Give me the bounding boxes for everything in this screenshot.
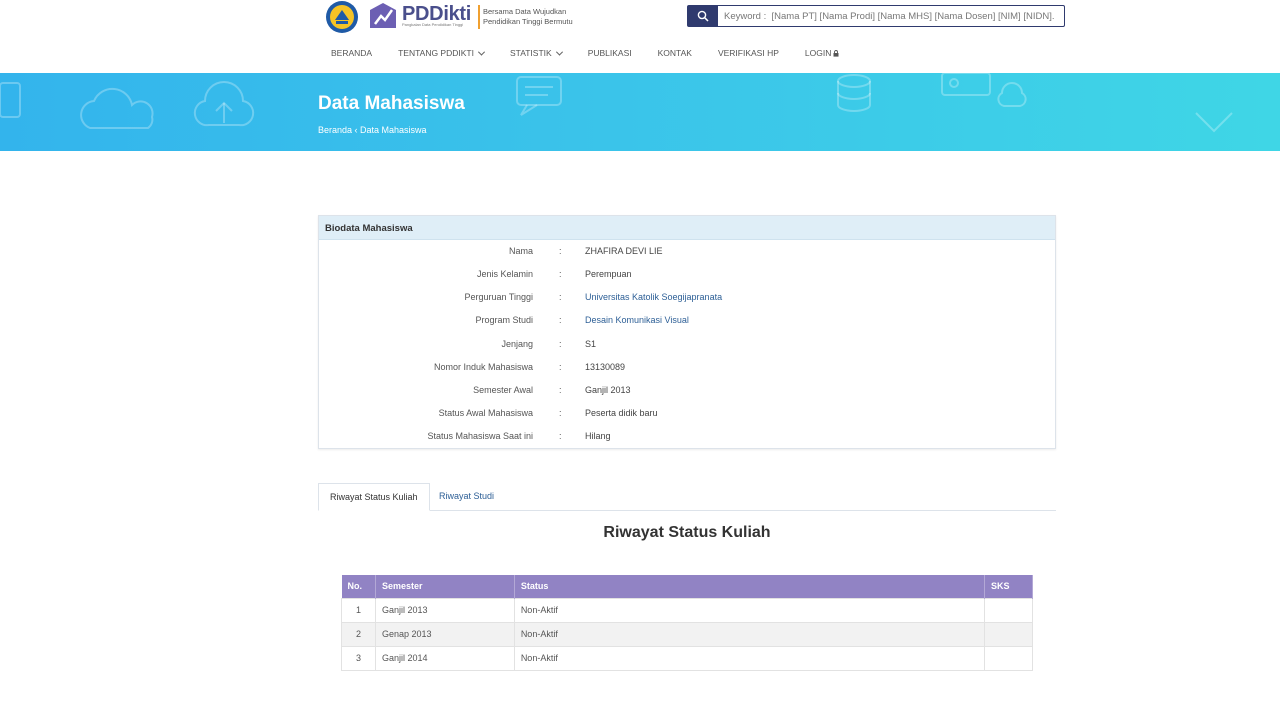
pddikti-logo-icon[interactable]: [366, 0, 400, 34]
university-link[interactable]: Universitas Katolik Soegijapranata: [585, 292, 722, 302]
tagline: Bersama Data Wujudkan Pendidikan Tinggi …: [483, 7, 573, 26]
page-title: Data Mahasiswa: [318, 93, 465, 114]
chevron-down-icon: [477, 48, 486, 56]
bio-row-status-awal: Status Awal Mahasiswa : Peserta didik ba…: [319, 408, 1055, 422]
bio-value: Perempuan: [585, 269, 632, 279]
nav-beranda[interactable]: BERANDA: [331, 48, 372, 58]
bio-row-nama: Nama : ZHAFIRA DEVI LIE: [319, 246, 1055, 260]
bio-label: Status Mahasiswa Saat ini: [427, 431, 533, 441]
bio-colon: :: [559, 339, 562, 349]
kemdikbud-logo-icon[interactable]: [324, 0, 360, 34]
nav-statistik[interactable]: STATISTIK: [509, 48, 563, 58]
bio-row-jenjang: Jenjang : S1: [319, 339, 1055, 353]
search-button[interactable]: [688, 6, 718, 26]
cell-semester: Genap 2013: [374, 621, 515, 647]
search-input[interactable]: [718, 7, 1064, 25]
table-row: 2 Genap 2013 Non-Aktif: [341, 621, 1033, 647]
nav-verifikasi-hp[interactable]: VERIFIKASI HP: [718, 48, 779, 58]
bio-row-semester-awal: Semester Awal : Ganjil 2013: [319, 385, 1055, 399]
cell-semester: Ganjil 2014: [374, 645, 515, 671]
nav-login[interactable]: LOGIN: [805, 48, 839, 58]
page-banner: Data Mahasiswa Beranda ‹ Data Mahasiswa: [0, 73, 1280, 151]
bio-row-status-saat-ini: Status Mahasiswa Saat ini : Hilang: [319, 431, 1055, 445]
bio-row-program-studi: Program Studi : Desain Komunikasi Visual: [319, 315, 1055, 329]
bio-colon: :: [559, 408, 562, 418]
cell-sks: [984, 597, 1033, 623]
bio-label: Status Awal Mahasiswa: [438, 408, 533, 418]
nav-publikasi[interactable]: PUBLIKASI: [588, 48, 632, 58]
banner-decoration-icon: [0, 73, 1233, 133]
cell-sks: [984, 645, 1033, 671]
table-header-row: No. Semester Status SKS: [341, 575, 1033, 598]
main-nav: BERANDA TENTANG PDDIKTI STATISTIK PUBLIK…: [331, 46, 865, 60]
nav-label: TENTANG PDDIKTI: [398, 48, 474, 58]
search-bar: [687, 5, 1065, 27]
breadcrumb[interactable]: Beranda ‹ Data Mahasiswa: [318, 125, 427, 135]
history-tabs: Riwayat Status Kuliah Riwayat Studi: [318, 483, 1056, 511]
bio-value: Hilang: [585, 431, 611, 441]
cell-sks: [984, 621, 1033, 647]
bio-row-perguruan-tinggi: Perguruan Tinggi : Universitas Katolik S…: [319, 292, 1055, 306]
nav-label: PUBLIKASI: [587, 48, 632, 58]
nav-kontak[interactable]: KONTAK: [658, 48, 692, 58]
table-row: 1 Ganjil 2013 Non-Aktif: [341, 597, 1033, 623]
bio-value: ZHAFIRA DEVI LIE: [585, 246, 663, 256]
bio-label: Program Studi: [475, 315, 533, 325]
cell-no: 2: [341, 621, 376, 647]
cell-status: Non-Aktif: [513, 645, 986, 671]
cell-no: 1: [341, 597, 376, 623]
column-header-status: Status: [514, 575, 986, 598]
bio-value: 13130089: [585, 362, 626, 372]
bio-colon: :: [559, 246, 562, 256]
tab-riwayat-studi[interactable]: Riwayat Studi: [428, 483, 505, 511]
bio-colon: :: [559, 292, 562, 302]
cell-no: 3: [341, 645, 376, 671]
nav-label: STATISTIK: [509, 48, 552, 58]
nav-label: BERANDA: [331, 48, 373, 58]
panel-heading: Biodata Mahasiswa: [319, 216, 1055, 240]
bio-label: Nomor Induk Mahasiswa: [433, 362, 533, 372]
search-icon: [697, 10, 709, 22]
bio-colon: :: [559, 362, 562, 372]
column-header-no: No.: [341, 575, 376, 598]
bio-label: Jenis Kelamin: [476, 269, 533, 279]
bio-colon: :: [559, 269, 562, 279]
bio-label: Semester Awal: [473, 385, 533, 395]
bio-label: Jenjang: [501, 339, 533, 349]
tagline-divider: [478, 5, 480, 29]
bio-value: Ganjil 2013: [585, 385, 631, 395]
brand-subtitle: Pangkalan Data Pendidikan Tinggi: [402, 22, 464, 27]
lock-icon: [833, 49, 839, 57]
status-history-table: No. Semester Status SKS 1 Ganjil 2013 No…: [341, 575, 1033, 671]
cell-status: Non-Aktif: [513, 597, 986, 623]
study-program-link[interactable]: Desain Komunikasi Visual: [585, 315, 689, 325]
nav-label: VERIFIKASI HP: [717, 48, 779, 58]
biodata-panel: Biodata Mahasiswa Nama : ZHAFIRA DEVI LI…: [318, 215, 1056, 449]
bio-row-nim: Nomor Induk Mahasiswa : 13130089: [319, 362, 1055, 376]
nav-tentang-pddikti[interactable]: TENTANG PDDIKTI: [398, 48, 486, 58]
bio-value: Peserta didik baru: [585, 408, 658, 418]
table-row: 3 Ganjil 2014 Non-Aktif: [341, 645, 1033, 671]
bio-label: Perguruan Tinggi: [464, 292, 533, 302]
nav-label: LOGIN: [804, 48, 832, 58]
bio-colon: :: [559, 431, 562, 441]
tab-riwayat-status-kuliah[interactable]: Riwayat Status Kuliah: [318, 483, 430, 511]
bio-colon: :: [559, 315, 562, 325]
cell-semester: Ganjil 2013: [374, 597, 515, 623]
column-header-semester: Semester: [375, 575, 515, 598]
bio-row-jenis-kelamin: Jenis Kelamin : Perempuan: [319, 269, 1055, 283]
cell-status: Non-Aktif: [513, 621, 986, 647]
bio-colon: :: [559, 385, 562, 395]
bio-value: S1: [585, 339, 597, 349]
bio-label: Nama: [508, 246, 533, 256]
nav-label: KONTAK: [657, 48, 692, 58]
site-header: PDDikti Pangkalan Data Pendidikan Tinggi…: [0, 0, 1280, 73]
column-header-sks: SKS: [984, 575, 1033, 598]
chevron-down-icon: [555, 48, 563, 56]
section-title: Riwayat Status Kuliah: [603, 524, 771, 541]
